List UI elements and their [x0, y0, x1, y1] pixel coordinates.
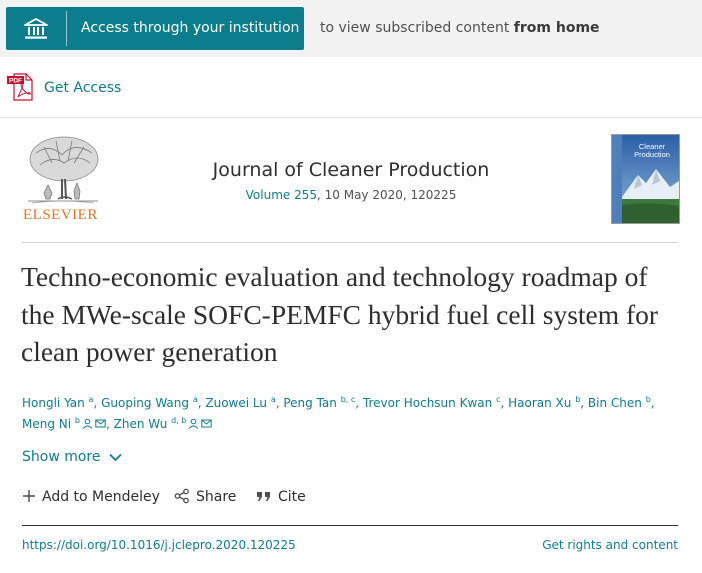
article-actions: Add to Mendeley Share Cite [0, 487, 702, 507]
author-affiliation: a [192, 395, 198, 404]
volume-link[interactable]: Volume 255 [246, 188, 317, 202]
article-title: Techno-economic evaluation and technolog… [21, 261, 659, 367]
journal-meta: Volume 255, 10 May 2020, 120225 [0, 187, 702, 203]
author-name: Meng Ni [22, 417, 72, 431]
author-name: Hongli Yan [22, 396, 85, 410]
institution-note-text: to view subscribed content [320, 20, 514, 36]
author-name: Guoping Wang [101, 396, 190, 410]
access-institution-label: Access through your institution [81, 20, 300, 36]
share-label: Share [196, 489, 237, 505]
cite-label: Cite [278, 489, 306, 505]
access-institution-button[interactable]: Access through your institution [6, 7, 304, 50]
mendeley-label: Add to Mendeley [42, 489, 160, 505]
pdf-icon-text: PDF [9, 78, 22, 85]
mail-icon [95, 419, 106, 428]
person-icon [189, 418, 199, 429]
author-link[interactable]: Haoran Xu b [508, 395, 581, 411]
author-link[interactable]: Zhen Wu d, b [114, 417, 213, 431]
author-affiliation: c [496, 395, 501, 404]
share-button[interactable]: Share [174, 487, 236, 507]
author-name: Trevor Hochsun Kwan [362, 396, 493, 410]
author-link[interactable]: Hongli Yan a [22, 395, 94, 411]
author-affiliation: b [575, 395, 581, 404]
author-affiliation: b, c [340, 395, 356, 404]
cite-button[interactable]: Cite [256, 487, 306, 507]
button-separator [66, 11, 67, 46]
elsevier-wordmark: ELSEVIER [23, 207, 98, 223]
get-access-link[interactable]: Get Access [44, 78, 121, 98]
institution-bar: Access through your institution to view … [0, 0, 702, 57]
author-list: Hongli Yan a, Guoping Wang a, Zuowei Lu … [22, 395, 655, 432]
author-link[interactable]: Trevor Hochsun Kwan c [362, 395, 501, 411]
pdf-icon[interactable]: PDF [6, 72, 36, 102]
author-affiliation: a [270, 395, 276, 404]
author-affiliation: a [88, 395, 94, 404]
share-icon [174, 488, 189, 504]
footer-divider [22, 525, 678, 526]
issue-info: , 10 May 2020, 120225 [317, 188, 457, 202]
institution-note-bold: from home [513, 20, 600, 36]
author-link[interactable]: Peng Tan b, c [283, 395, 356, 411]
chevron-down-icon[interactable] [109, 453, 122, 462]
author-name: Bin Chen [587, 396, 642, 410]
journal-cover-image[interactable]: Cleaner Production [611, 134, 680, 224]
author-affiliation: d, b [171, 416, 187, 425]
person-icon [82, 418, 93, 429]
show-more-button[interactable]: Show more [22, 447, 101, 467]
author-name: Haoran Xu [508, 396, 572, 410]
author-affiliation: b [645, 395, 651, 404]
author-link[interactable]: Meng Ni b [22, 417, 106, 431]
institution-note: to view subscribed content from home [320, 18, 600, 38]
author-link[interactable]: Guoping Wang a [101, 395, 198, 411]
author-name: Zuowei Lu [205, 396, 267, 410]
institution-icon [24, 18, 48, 39]
rights-link[interactable]: Get rights and content [542, 537, 678, 553]
add-to-mendeley-button[interactable]: Add to Mendeley [22, 487, 160, 507]
author-link[interactable]: Bin Chen b [587, 395, 651, 411]
author-name: Peng Tan [283, 396, 337, 410]
header-divider [22, 242, 678, 243]
divider [0, 117, 702, 118]
plus-icon [23, 490, 35, 502]
mail-icon [201, 419, 213, 428]
quote-icon [257, 492, 270, 501]
cover-title-line2: Production [634, 150, 670, 159]
doi-link[interactable]: https://doi.org/10.1016/j.jclepro.2020.1… [22, 537, 296, 553]
author-name: Zhen Wu [113, 417, 168, 431]
journal-title[interactable]: Journal of Cleaner Production [0, 158, 702, 182]
author-affiliation: b [74, 416, 80, 425]
author-link[interactable]: Zuowei Lu a [205, 395, 276, 411]
